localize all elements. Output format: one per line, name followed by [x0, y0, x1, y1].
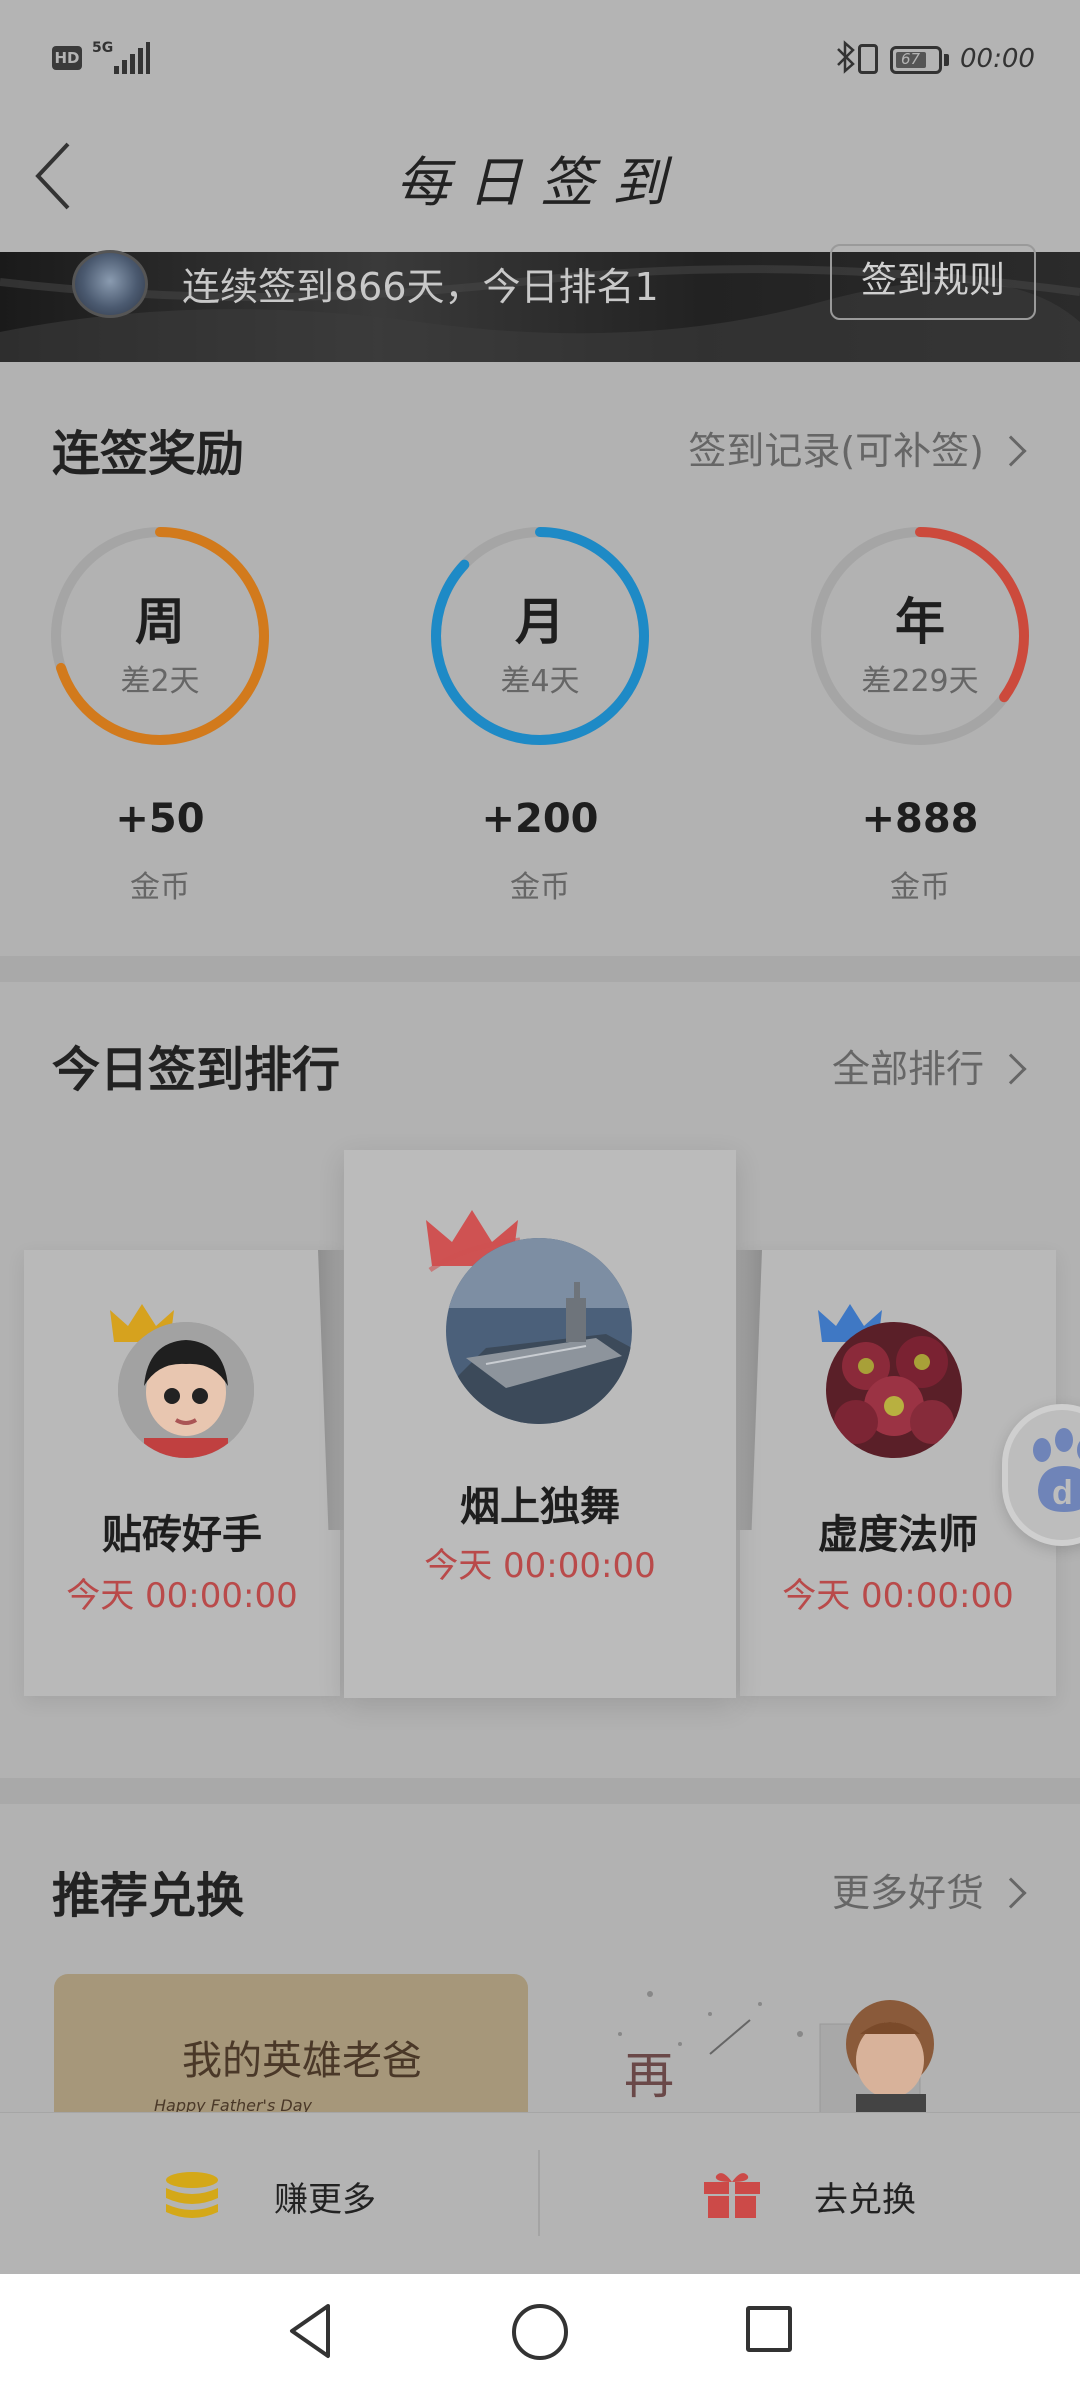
- nav-back-button[interactable]: [280, 2300, 342, 2362]
- vibrate-icon: [858, 44, 878, 74]
- ring-remaining-days: 差4天: [500, 664, 580, 699]
- more-goods-link[interactable]: 更多好货: [760, 1860, 1032, 1920]
- avatar: [118, 1322, 254, 1458]
- reward-unit: 金币: [510, 870, 570, 905]
- page-title: 每日签到: [396, 151, 684, 214]
- exchange-label: 去兑换: [814, 2180, 916, 2220]
- earn-more-label: 赚更多: [274, 2180, 376, 2220]
- section-divider: [0, 956, 1080, 982]
- rank-time: 今天 00:00:00: [66, 1576, 298, 1616]
- all-ranking-label: 全部排行: [831, 1047, 984, 1091]
- nav-recents-button[interactable]: [746, 2306, 792, 2352]
- reward-amount: +888: [861, 796, 979, 842]
- battery-icon: 67: [890, 46, 942, 74]
- chevron-right-icon: [995, 1877, 1027, 1909]
- streak-summary: 连续签到866天，今日排名1: [182, 265, 659, 309]
- reward-unit: 金币: [130, 870, 190, 905]
- ring-remaining-days: 差2天: [120, 664, 200, 699]
- reward-amount: +50: [115, 796, 205, 842]
- all-ranking-link[interactable]: 全部排行: [760, 1036, 1032, 1096]
- chevron-right-icon: [995, 435, 1027, 467]
- triangle-back-icon: [290, 2304, 330, 2358]
- rank-time: 今天 00:00:00: [782, 1576, 1014, 1616]
- chevron-right-icon: [995, 1053, 1027, 1085]
- ring-remaining-days: 差229天: [861, 664, 979, 699]
- exchange-card-1[interactable]: 我的英雄老爸 Happy Father's Day: [54, 1974, 528, 2114]
- gift-icon: [704, 2173, 760, 2218]
- rank-name: 烟上独舞: [460, 1484, 620, 1530]
- avatar: [446, 1238, 632, 1424]
- bluetooth-icon: [834, 40, 858, 82]
- network-type: 5G: [92, 40, 114, 56]
- banner-avatar: [72, 250, 148, 318]
- signal-icon: [114, 42, 150, 74]
- exchange-card-2[interactable]: 再: [560, 1974, 1034, 2114]
- ring-period-label: 周: [135, 593, 185, 651]
- ring-period-label: 月: [515, 593, 565, 651]
- battery-level: 67: [901, 50, 921, 68]
- checkin-record-label: 签到记录(可补签): [688, 429, 984, 473]
- rules-button[interactable]: 签到规则: [830, 244, 1036, 320]
- hd-indicator: HD: [52, 46, 82, 70]
- battery-cap: [944, 54, 949, 66]
- checkin-record-link[interactable]: 签到记录(可补签): [600, 418, 1032, 478]
- exchange-title: 推荐兑换: [52, 1868, 245, 1924]
- rank-card-1[interactable]: 烟上独舞 今天 00:00:00: [344, 1150, 736, 1698]
- earn-more-button[interactable]: 赚更多: [130, 2150, 430, 2236]
- exchange-button[interactable]: 去兑换: [680, 2150, 980, 2236]
- paw-icon: d: [1033, 1428, 1080, 1512]
- more-goods-label: 更多好货: [831, 1871, 984, 1915]
- reward-unit: 金币: [890, 870, 950, 905]
- bottom-divider: [538, 2150, 540, 2236]
- nav-home-button[interactable]: [512, 2304, 568, 2360]
- rank-name: 贴砖好手: [102, 1512, 262, 1558]
- ring-period-label: 年: [895, 593, 945, 651]
- status-time: 00:00: [960, 44, 1035, 74]
- card1-title: 我的英雄老爸: [182, 2038, 422, 2084]
- rank-card-2[interactable]: 贴砖好手 今天 00:00:00: [24, 1250, 340, 1696]
- card2-title: 再: [624, 2047, 674, 2105]
- avatar: [826, 1322, 962, 1458]
- svg-text:d: d: [1052, 1474, 1073, 1512]
- coins-icon: [166, 2172, 218, 2218]
- ranking-title: 今日签到排行: [52, 1042, 341, 1098]
- reward-amount: +200: [481, 796, 599, 842]
- streak-title: 连签奖励: [52, 426, 245, 482]
- rank-time: 今天 00:00:00: [424, 1546, 656, 1586]
- section-divider: [0, 1778, 1080, 1804]
